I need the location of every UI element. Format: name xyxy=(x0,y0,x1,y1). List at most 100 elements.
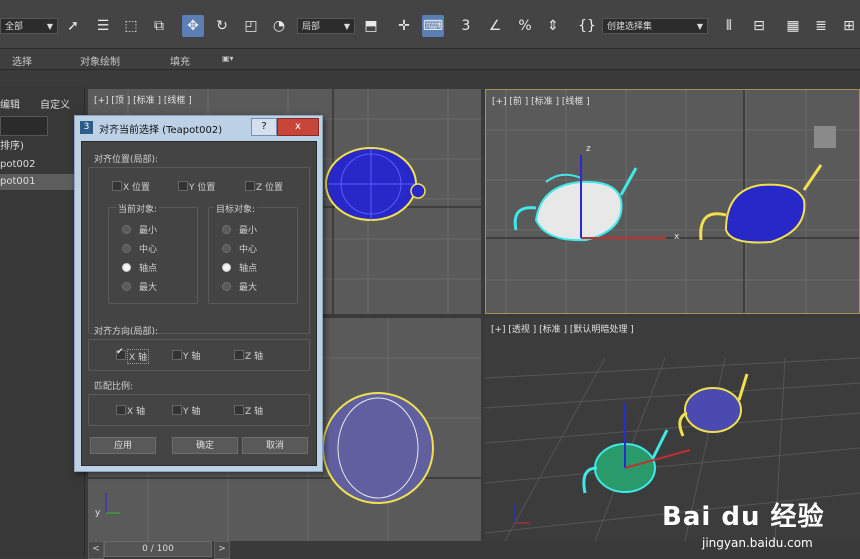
tab-selection[interactable]: 选择 xyxy=(12,53,32,68)
reference-coord-dropdown[interactable]: 局部 ▼ xyxy=(297,18,355,34)
viewport-front[interactable]: [+] [前 ] [标准 ] [线框 ] x z xyxy=(485,89,860,314)
angle-snap-icon: ∠ xyxy=(488,18,502,34)
z-position-checkbox[interactable] xyxy=(245,181,255,191)
z-axis-scale-checkbox[interactable] xyxy=(234,405,244,415)
rotate-button[interactable]: ↻ xyxy=(211,15,233,37)
edit-named-selection-button[interactable]: {} xyxy=(576,15,598,37)
align-icon: ⊟ xyxy=(753,18,765,34)
viewport-front-label[interactable]: [+] [前 ] [标准 ] [线框 ] xyxy=(492,94,590,107)
list-item[interactable]: pot002 xyxy=(0,157,84,173)
target-pivot-radio[interactable] xyxy=(222,263,231,272)
axis-x-label: x xyxy=(674,232,680,242)
align-button[interactable]: ⊟ xyxy=(748,15,770,37)
chevron-down-icon: ▼ xyxy=(696,22,703,31)
current-center-radio[interactable] xyxy=(122,244,131,253)
select-manipulate-button[interactable]: ✛ xyxy=(393,15,415,37)
sort-label: 排序) xyxy=(0,141,24,152)
explorer-search-input[interactable] xyxy=(0,116,48,136)
teapot-left-view[interactable] xyxy=(322,392,434,504)
ribbon-options-icon[interactable]: ▣▾ xyxy=(222,54,234,63)
selection-filter-dropdown[interactable]: 全部 ▼ xyxy=(0,18,58,34)
layer-manager-button[interactable]: ≣ xyxy=(810,15,832,37)
keyboard-shortcut-toggle[interactable]: ⌨ xyxy=(422,15,444,37)
spinner-snap-toggle[interactable]: ⇕ xyxy=(542,15,564,37)
place-button[interactable]: ◔ xyxy=(268,15,290,37)
current-pivot-radio[interactable] xyxy=(122,263,131,272)
current-object-label: 当前对象: xyxy=(116,202,160,215)
angle-snap-toggle[interactable]: ∠ xyxy=(484,15,506,37)
app-icon: 3 xyxy=(80,121,93,134)
z-axis-scale-label: Z 轴 xyxy=(245,407,264,417)
cancel-button[interactable]: 取消 xyxy=(242,437,308,454)
scale-button[interactable]: ◰ xyxy=(240,15,262,37)
close-button[interactable]: x xyxy=(277,118,319,136)
y-axis-scale-checkbox[interactable] xyxy=(172,405,182,415)
graphite-tools-button[interactable]: ⊞ xyxy=(838,15,860,37)
align-orientation-label: 对齐方向(局部): xyxy=(94,327,159,337)
percent-snap-toggle[interactable]: % xyxy=(514,15,536,37)
select-by-name-button[interactable]: ☰ xyxy=(92,15,114,37)
move-button[interactable]: ✥ xyxy=(182,15,204,37)
pivot-center-button[interactable]: ⬒ xyxy=(360,15,382,37)
time-prev-button[interactable]: < xyxy=(88,541,104,559)
time-frame-indicator[interactable]: 0 / 100 xyxy=(104,541,212,557)
watermark-brand: Bai du 经验 xyxy=(662,502,825,532)
list-icon: ☰ xyxy=(96,18,110,34)
help-button[interactable]: ? xyxy=(251,118,277,136)
explorer-sort-header[interactable]: 排序) ▼ xyxy=(0,139,84,155)
x-position-checkbox[interactable] xyxy=(112,181,122,191)
current-min-label: 最小 xyxy=(139,226,158,236)
y-position-checkbox[interactable] xyxy=(178,181,188,191)
scale-icon: ◰ xyxy=(244,18,258,34)
time-slider[interactable]: < 0 / 100 > xyxy=(88,541,230,559)
selection-filter-value: 全部 xyxy=(5,22,24,32)
named-selection-dropdown[interactable]: 创建选择集 ▼ xyxy=(602,18,708,34)
z-axis-orient-checkbox[interactable] xyxy=(234,350,244,360)
window-crossing-button[interactable]: ⧉ xyxy=(148,15,170,37)
target-pivot-label: 轴点 xyxy=(239,264,258,274)
pivot-icon: ⬒ xyxy=(364,18,378,34)
x-axis-scale-label: X 轴 xyxy=(127,407,146,417)
time-next-button[interactable]: > xyxy=(214,541,230,559)
current-center-label: 中心 xyxy=(139,245,158,255)
teapot-white-wire[interactable] xyxy=(513,167,638,242)
axis-y-label: y xyxy=(95,508,101,518)
current-max-radio[interactable] xyxy=(122,282,131,291)
window-icon: ⧉ xyxy=(154,18,164,34)
dialog-titlebar[interactable]: 3 对齐当前选择 (Teapot002) ? x xyxy=(75,116,322,138)
cursor-icon: ➚ xyxy=(67,18,79,34)
align-selection-dialog: 3 对齐当前选择 (Teapot002) ? x 对齐位置(局部): X 位置 … xyxy=(74,115,323,472)
explorer-menu-custom[interactable]: 自定义 xyxy=(40,96,70,111)
viewcube-icon[interactable] xyxy=(814,126,836,148)
x-axis-scale-checkbox[interactable] xyxy=(116,405,126,415)
snap-toggle[interactable]: 3 xyxy=(455,15,477,37)
reference-coord-value: 局部 xyxy=(302,22,321,32)
main-toolbar: 全部 ▼ ➚ ☰ ⬚ ⧉ ✥ ↻ ◰ ◔ 局部 ▼ ⬒ ✛ ⌨ 3 ∠ % ⇕ … xyxy=(0,0,860,49)
ok-button[interactable]: 确定 xyxy=(172,437,238,454)
viewport-persp-label[interactable]: [+] [透视 ] [标准 ] [默认明暗处理 ] xyxy=(491,322,634,335)
explorer-menu-edit[interactable]: 编辑 xyxy=(0,96,20,111)
mirror-button[interactable]: ⫴ xyxy=(718,15,740,37)
target-max-radio[interactable] xyxy=(222,282,231,291)
braces-icon: {} xyxy=(578,18,596,34)
target-center-radio[interactable] xyxy=(222,244,231,253)
teapot-blue-target[interactable] xyxy=(699,164,823,244)
target-min-radio[interactable] xyxy=(222,225,231,234)
tab-object-paint[interactable]: 对象绘制 xyxy=(80,53,120,68)
x-axis-orient-checkbox[interactable] xyxy=(116,347,126,360)
layer-explorer-button[interactable]: ▦ xyxy=(782,15,804,37)
baidu-watermark: Bai du 经验 jingyan.baidu.com xyxy=(660,478,860,557)
list-item[interactable]: pot001 xyxy=(0,174,84,190)
apply-button[interactable]: 应用 xyxy=(90,437,156,454)
current-min-radio[interactable] xyxy=(122,225,131,234)
mirror-icon: ⫴ xyxy=(726,18,732,34)
y-axis-orient-checkbox[interactable] xyxy=(172,350,182,360)
snap-label: 3 xyxy=(461,18,471,34)
target-max-label: 最大 xyxy=(239,283,258,293)
select-object-button[interactable]: ➚ xyxy=(62,15,84,37)
viewport-top-label[interactable]: [+] [顶 ] [标准 ] [线框 ] xyxy=(94,93,192,106)
viewport-front-canvas xyxy=(486,90,859,313)
tab-populate[interactable]: 填充 xyxy=(170,53,190,68)
named-selection-value: 创建选择集 xyxy=(607,22,653,32)
rect-selection-button[interactable]: ⬚ xyxy=(120,15,142,37)
